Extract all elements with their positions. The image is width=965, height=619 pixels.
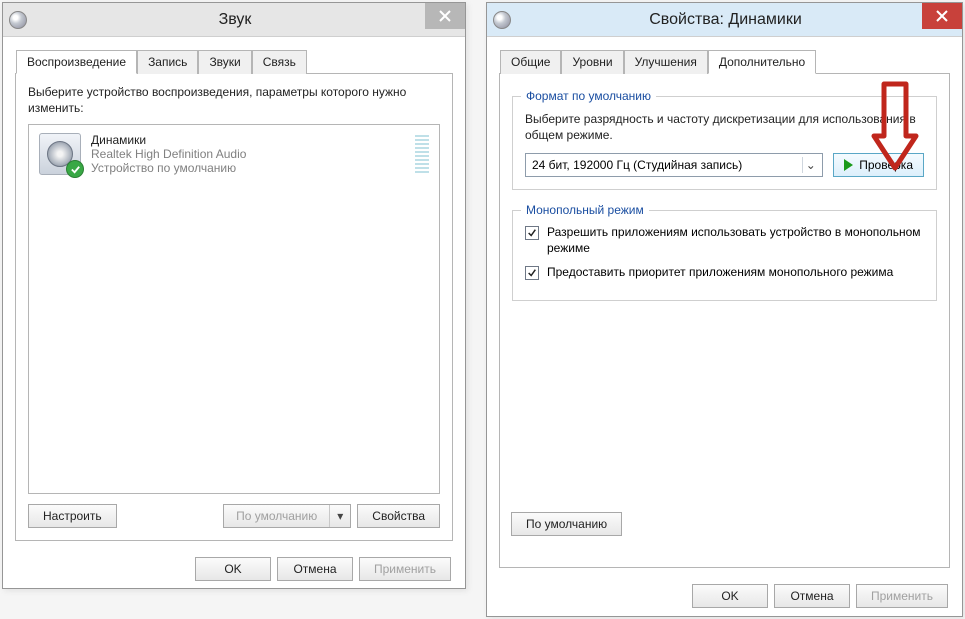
tabstrip: Общие Уровни Улучшения Дополнительно xyxy=(499,49,950,74)
sound-dialog: Звук Воспроизведение Запись Звуки Связь … xyxy=(2,2,466,589)
sound-app-icon xyxy=(9,11,27,29)
group-exclusive: Монопольный режим Разрешить приложениям … xyxy=(512,210,937,301)
restore-defaults-button[interactable]: По умолчанию xyxy=(511,512,622,536)
speaker-properties-dialog: Свойства: Динамики Общие Уровни Улучшени… xyxy=(486,2,963,617)
group-default-format: Формат по умолчанию Выберите разрядность… xyxy=(512,96,937,190)
titlebar[interactable]: Звук xyxy=(3,3,465,37)
group-title: Монопольный режим xyxy=(521,203,649,217)
default-check-icon xyxy=(66,160,84,178)
tab-sounds[interactable]: Звуки xyxy=(198,50,251,74)
cancel-button[interactable]: Отмена xyxy=(277,557,353,581)
speaker-app-icon xyxy=(493,11,511,29)
tab-recording[interactable]: Запись xyxy=(137,50,198,74)
tab-levels[interactable]: Уровни xyxy=(561,50,623,74)
group-title: Формат по умолчанию xyxy=(521,89,656,103)
properties-button[interactable]: Свойства xyxy=(357,504,440,528)
tab-playback[interactable]: Воспроизведение xyxy=(16,50,137,74)
device-driver: Realtek High Definition Audio xyxy=(91,147,405,161)
test-button[interactable]: Проверка xyxy=(833,153,924,177)
device-status: Устройство по умолчанию xyxy=(91,161,405,175)
speaker-icon xyxy=(39,133,81,175)
window-title: Свойства: Динамики xyxy=(519,11,962,29)
close-button[interactable] xyxy=(922,3,962,29)
tab-enhancements[interactable]: Улучшения xyxy=(624,50,708,74)
chevron-down-icon: ⌄ xyxy=(802,157,818,173)
close-button[interactable] xyxy=(425,3,465,29)
configure-button[interactable]: Настроить xyxy=(28,504,117,528)
format-select[interactable]: 24 бит, 192000 Гц (Студийная запись) ⌄ xyxy=(525,153,823,177)
ok-button[interactable]: OK xyxy=(692,584,768,608)
device-name: Динамики xyxy=(91,133,405,147)
level-meter-icon xyxy=(415,133,429,175)
chevron-down-icon[interactable]: ▾ xyxy=(330,505,350,527)
tabpane-advanced: Формат по умолчанию Выберите разрядность… xyxy=(499,74,950,568)
close-icon xyxy=(439,10,451,22)
cancel-button[interactable]: Отмена xyxy=(774,584,850,608)
device-list[interactable]: Динамики Realtek High Definition Audio У… xyxy=(28,124,440,494)
device-text: Динамики Realtek High Definition Audio У… xyxy=(91,133,405,175)
format-selected-value: 24 бит, 192000 Гц (Студийная запись) xyxy=(532,158,742,172)
tab-communications[interactable]: Связь xyxy=(252,50,307,74)
close-icon xyxy=(936,10,948,22)
set-default-label: По умолчанию xyxy=(224,505,330,527)
checkbox-exclusive-priority[interactable] xyxy=(525,266,539,280)
tab-general[interactable]: Общие xyxy=(500,50,561,74)
tabstrip: Воспроизведение Запись Звуки Связь xyxy=(15,49,453,74)
instruction-text: Выберите устройство воспроизведения, пар… xyxy=(28,84,440,116)
tab-advanced[interactable]: Дополнительно xyxy=(708,50,816,74)
ok-button[interactable]: OK xyxy=(195,557,271,581)
apply-button[interactable]: Применить xyxy=(856,584,948,608)
window-title: Звук xyxy=(35,11,465,29)
checkbox-exclusive-priority-label: Предоставить приоритет приложениям моноп… xyxy=(547,265,893,281)
format-instruction: Выберите разрядность и частоту дискретиз… xyxy=(525,111,924,143)
titlebar[interactable]: Свойства: Динамики xyxy=(487,3,962,37)
set-default-button[interactable]: По умолчанию ▾ xyxy=(223,504,351,528)
checkbox-allow-exclusive[interactable] xyxy=(525,226,539,240)
checkbox-allow-exclusive-label: Разрешить приложениям использовать устро… xyxy=(547,225,924,256)
device-item-speakers[interactable]: Динамики Realtek High Definition Audio У… xyxy=(29,125,439,183)
play-icon xyxy=(844,159,853,171)
tabpane-playback: Выберите устройство воспроизведения, пар… xyxy=(15,74,453,541)
test-label: Проверка xyxy=(859,158,913,172)
apply-button[interactable]: Применить xyxy=(359,557,451,581)
